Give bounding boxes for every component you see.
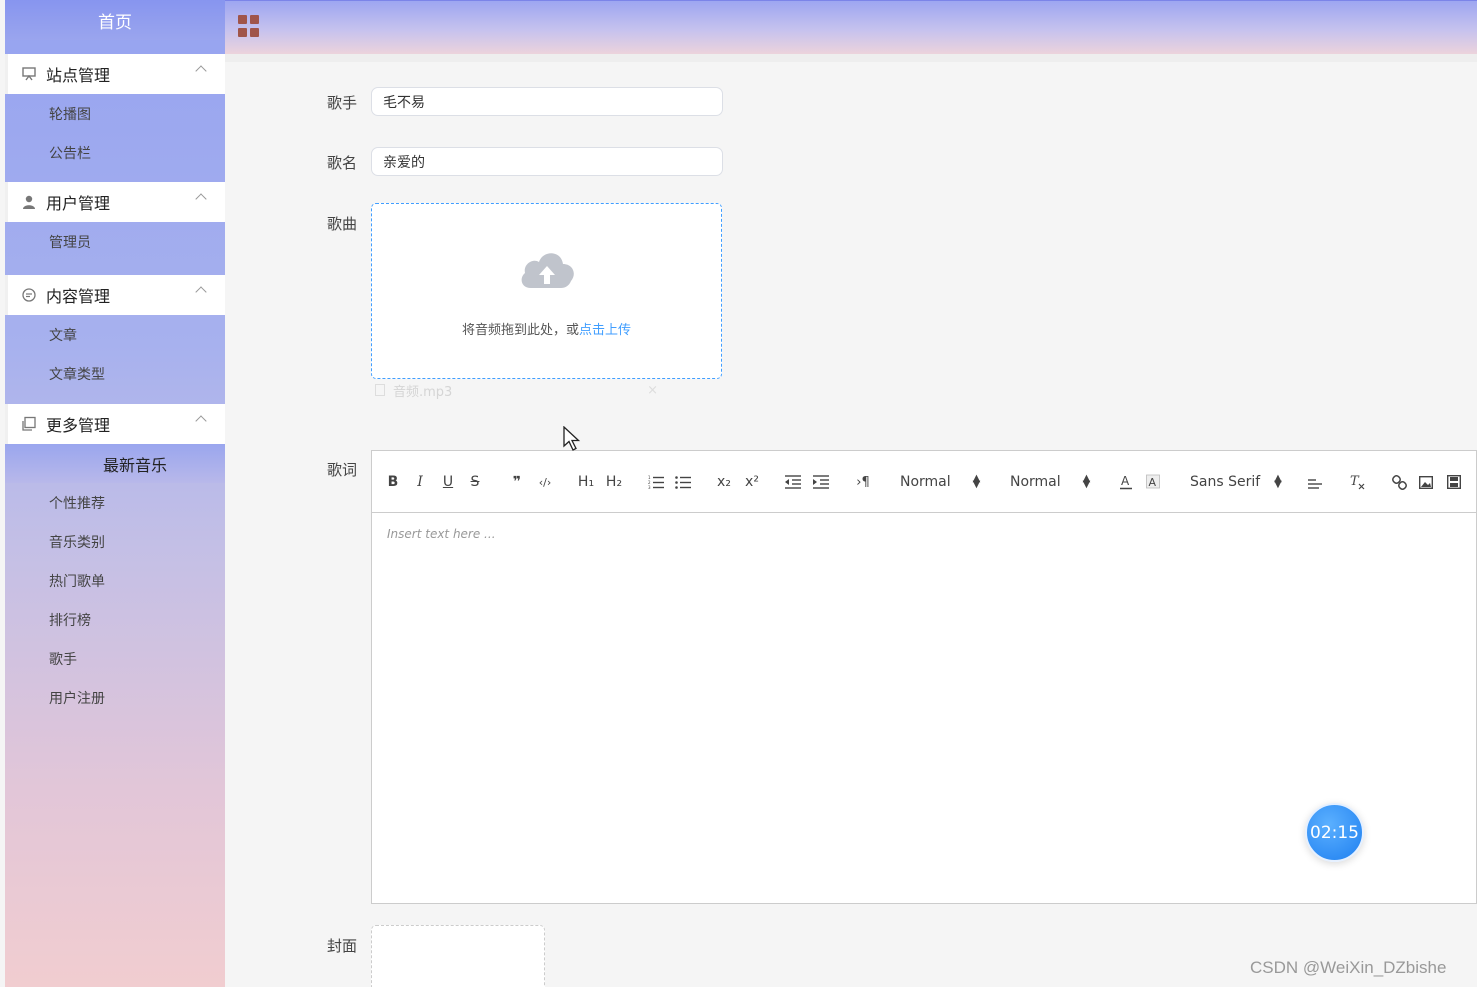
sidebar-item-latest-music[interactable]: 最新音乐 (5, 444, 225, 483)
font-select[interactable]: Sans Serif ▲ ▼ (1190, 471, 1300, 493)
sidebar-item-article[interactable]: 文章 (5, 315, 225, 354)
chevron-up-icon (195, 415, 207, 427)
header-select-value: Normal (1010, 474, 1061, 490)
sidebar-item-recommend[interactable]: 个性推荐 (5, 483, 225, 522)
text-direction-button[interactable]: ›¶ (853, 471, 873, 493)
svg-text:3: 3 (648, 485, 651, 489)
upload-hint: 将音频拖到此处，或点击上传 (372, 319, 721, 338)
document-icon (375, 384, 385, 396)
sidebar-group-site[interactable]: 站点管理 (5, 54, 225, 94)
underline-button[interactable]: U (438, 471, 458, 493)
timer-badge[interactable]: 02:15 (1305, 803, 1364, 862)
link-icon[interactable] (1389, 471, 1409, 493)
sidebar-item-article-type[interactable]: 文章类型 (5, 354, 225, 393)
size-select[interactable]: Normal ▲ ▼ (900, 471, 990, 493)
header-select[interactable]: Normal ▲ ▼ (1010, 471, 1100, 493)
user-icon (20, 193, 38, 211)
sidebar-group-label: 用户管理 (46, 194, 111, 213)
code-button[interactable]: ‹/› (535, 471, 555, 493)
sidebar-group-more[interactable]: 更多管理 (5, 404, 225, 444)
sidebar-group-content[interactable]: 内容管理 (5, 275, 225, 315)
sidebar-item-music-category[interactable]: 音乐类别 (5, 522, 225, 561)
svg-text:A: A (1121, 474, 1130, 488)
font-select-value: Sans Serif (1190, 474, 1261, 490)
clear-format-icon[interactable]: T (1347, 471, 1367, 493)
select-arrows-icon: ▲ ▼ (972, 473, 981, 490)
select-arrows-icon: ▲ ▼ (1082, 473, 1091, 490)
chevron-up-icon (195, 286, 207, 298)
monitor-icon (20, 65, 38, 83)
indent-icon[interactable] (811, 471, 831, 493)
sidebar-item-ranking[interactable]: 排行榜 (5, 600, 225, 639)
sidebar-item-hot-playlist[interactable]: 热门歌单 (5, 561, 225, 600)
h2-button[interactable]: H₂ (604, 471, 624, 493)
upload-link[interactable]: 点击上传 (579, 323, 631, 338)
lyrics-label: 歌词 (327, 461, 358, 479)
audio-upload-dropzone[interactable]: 将音频拖到此处，或点击上传 (371, 203, 722, 379)
bullet-list-icon[interactable] (673, 471, 693, 493)
close-icon[interactable]: × (647, 383, 658, 398)
singer-input[interactable]: 毛不易 (371, 87, 723, 116)
upload-hint-text: 将音频拖到此处，或 (461, 323, 579, 338)
song-label: 歌曲 (327, 215, 358, 233)
editor-toolbar: B I U S ❞ ‹/› H₁ H₂ 123 x₂ x² ›¶ Normal … (372, 451, 1476, 513)
outdent-icon[interactable] (783, 471, 803, 493)
sidebar-home[interactable]: 首页 (5, 0, 225, 40)
singer-label: 歌手 (327, 94, 358, 112)
copy-icon (20, 415, 38, 433)
sidebar-item-singer[interactable]: 歌手 (5, 639, 225, 678)
grid-icon[interactable] (238, 15, 260, 37)
song-name-input[interactable]: 亲爱的 (371, 147, 723, 176)
ordered-list-icon[interactable]: 123 (646, 471, 666, 493)
sidebar-group-label: 更多管理 (46, 416, 111, 435)
align-icon[interactable] (1305, 471, 1325, 493)
sidebar-item-user-register[interactable]: 用户注册 (5, 678, 225, 717)
uploaded-file-item[interactable]: 音频.mp3 × (375, 382, 660, 400)
svg-text:T: T (1350, 474, 1360, 489)
chevron-up-icon (195, 65, 207, 77)
background-color-icon[interactable]: A (1143, 471, 1163, 493)
sidebar-group-label: 站点管理 (46, 66, 111, 85)
sidebar-item-notice[interactable]: 公告栏 (5, 133, 225, 172)
cloud-upload-icon (521, 253, 574, 288)
sidebar: 首页 站点管理 轮播图 公告栏 用户管理 管理员 内容管理 文章 文章类型 更多… (5, 0, 225, 987)
video-icon[interactable] (1444, 471, 1464, 493)
uploaded-file-name: 音频.mp3 (393, 384, 453, 400)
top-header (225, 0, 1477, 54)
font-color-icon[interactable]: A (1116, 471, 1136, 493)
select-arrows-icon: ▲ ▼ (1274, 473, 1282, 490)
subscript-button[interactable]: x₂ (714, 471, 734, 493)
size-select-value: Normal (900, 474, 951, 490)
sidebar-item-carousel[interactable]: 轮播图 (5, 94, 225, 133)
song-name-label: 歌名 (327, 154, 358, 172)
editor-placeholder[interactable]: Insert text here ... (387, 527, 496, 541)
svg-text:A: A (1149, 476, 1157, 489)
image-icon[interactable] (1416, 471, 1436, 493)
sidebar-item-admin[interactable]: 管理员 (5, 222, 225, 261)
italic-button[interactable]: I (410, 471, 430, 493)
strike-button[interactable]: S (465, 471, 485, 493)
cover-label: 封面 (327, 937, 358, 955)
sidebar-group-user[interactable]: 用户管理 (5, 182, 225, 222)
superscript-button[interactable]: x² (742, 471, 762, 493)
sidebar-group-label: 内容管理 (46, 287, 111, 306)
blockquote-button[interactable]: ❞ (507, 471, 527, 493)
chevron-up-icon (195, 193, 207, 205)
chat-icon (20, 286, 38, 304)
watermark: CSDN @WeiXin_DZbishe (1250, 958, 1447, 977)
bold-button[interactable]: B (383, 471, 403, 493)
h1-button[interactable]: H₁ (576, 471, 596, 493)
content-divider (225, 54, 1477, 62)
cover-upload[interactable] (371, 925, 545, 987)
mouse-cursor-icon (563, 426, 581, 451)
